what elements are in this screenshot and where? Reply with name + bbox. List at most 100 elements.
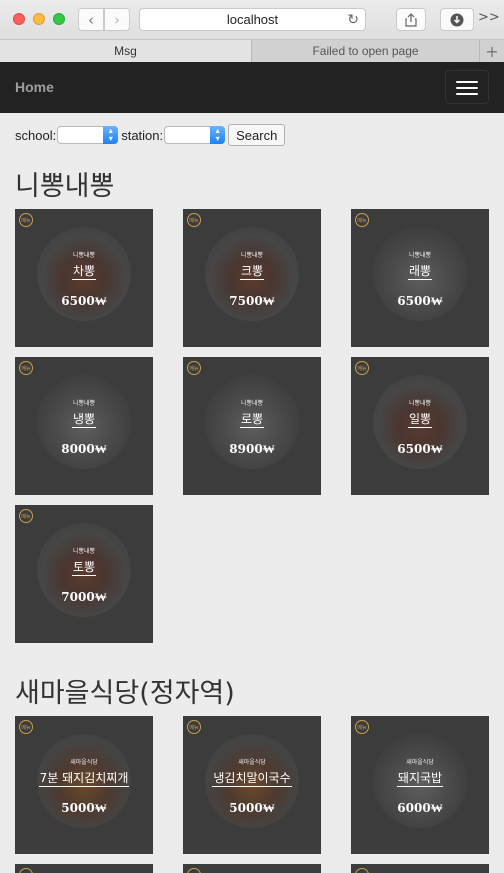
shop-name: 새마을식당: [238, 759, 266, 766]
menu-name: 냉김치말이국수: [183, 769, 321, 787]
share-button[interactable]: [396, 8, 426, 31]
badge-icon: 메뉴: [19, 720, 33, 734]
menu-name-text: 일뽕: [407, 412, 433, 428]
menu-name: 크뽕: [183, 262, 321, 280]
new-tab-icon[interactable]: +: [480, 40, 504, 62]
station-select[interactable]: ▴ ▾: [164, 126, 226, 144]
select-arrows-icon: ▴ ▾: [210, 126, 226, 144]
badge-icon: 메뉴: [19, 509, 33, 523]
menu-name: 차뽕: [15, 262, 153, 280]
menu-price: 6000₩: [397, 801, 443, 815]
menu-price: 8900₩: [229, 442, 275, 456]
menu-price: 5000₩: [61, 801, 107, 815]
menu-name: 7분 돼지김치찌개: [15, 769, 153, 787]
downloads-button[interactable]: [440, 8, 474, 31]
section-title: 니뽕내뽕: [15, 171, 115, 202]
badge-icon: 메뉴: [187, 213, 201, 227]
menu-name: 돼지국밥: [351, 769, 489, 787]
menu-name-text: 냉김치말이국수: [212, 771, 292, 787]
menu-price: 7000₩: [61, 590, 107, 604]
hamburger-icon-bar: [456, 93, 478, 95]
site-navbar: Home: [0, 62, 504, 113]
home-link[interactable]: Home: [15, 79, 54, 95]
badge-icon: [187, 868, 201, 873]
menu-card[interactable]: 메뉴 니뽕내뽕 차뽕 6500₩: [15, 209, 153, 347]
tab-failed-to-open[interactable]: Failed to open page: [252, 40, 480, 62]
tab-bar: Msg Failed to open page +: [0, 39, 504, 62]
share-icon: [405, 12, 417, 27]
shop-name: 니뽕내뽕: [72, 252, 96, 259]
badge-icon: 메뉴: [355, 213, 369, 227]
url-text: localhost: [226, 12, 279, 27]
minimize-window-button[interactable]: [33, 13, 45, 25]
badge-icon: [19, 868, 33, 873]
badge-icon: [355, 868, 369, 873]
menu-card[interactable]: 메뉴 니뽕내뽕 토뽕 7000₩: [15, 505, 153, 643]
menu-price: 7500₩: [229, 294, 275, 308]
menu-price: 6500₩: [397, 294, 443, 308]
menu-card[interactable]: 메뉴 니뽕내뽕 래뽕 6500₩: [351, 209, 489, 347]
menu-name-text: 로뽕: [239, 412, 265, 428]
menu-card[interactable]: 메뉴 새마을식당 돼지국밥 6000₩: [351, 716, 489, 854]
shop-name: 새마을식당: [70, 759, 98, 766]
hamburger-icon: [456, 81, 478, 83]
menu-card[interactable]: 메뉴 니뽕내뽕 냉뽕 8000₩: [15, 357, 153, 495]
shop-name: 니뽕내뽕: [408, 252, 432, 259]
search-button[interactable]: Search: [228, 124, 286, 146]
shop-name: 니뽕내뽕: [240, 400, 264, 407]
zoom-window-button[interactable]: [53, 13, 65, 25]
menu-name-text: 차뽕: [71, 264, 97, 280]
menu-card-partial[interactable]: [183, 864, 321, 873]
chevron-right-icon: ›: [114, 10, 120, 29]
forward-button[interactable]: ›: [104, 8, 130, 31]
badge-icon: 메뉴: [187, 361, 201, 375]
menu-name: 로뽕: [183, 410, 321, 428]
section-title: 새마을식당(정자역): [15, 678, 235, 709]
shop-name: 니뽕내뽕: [72, 548, 96, 555]
badge-icon: 메뉴: [187, 720, 201, 734]
menu-card[interactable]: 메뉴 니뽕내뽕 로뽕 8900₩: [183, 357, 321, 495]
badge-icon: 메뉴: [355, 720, 369, 734]
chevron-left-icon: ‹: [88, 10, 94, 29]
menu-name-text: 냉뽕: [71, 412, 97, 428]
school-select[interactable]: ▴ ▾: [57, 126, 119, 144]
menu-toggle-button[interactable]: [445, 70, 489, 104]
station-label: station:: [121, 127, 164, 143]
menu-name-text: 돼지국밥: [396, 771, 444, 787]
shop-name: 니뽕내뽕: [72, 400, 96, 407]
menu-name-text: 래뽕: [407, 264, 433, 280]
download-icon: [450, 13, 464, 26]
menu-name: 래뽕: [351, 262, 489, 280]
shop-name: 새마을식당: [406, 759, 434, 766]
toolbar-overflow-icon[interactable]: >>: [478, 10, 500, 25]
reload-icon[interactable]: ↻: [347, 11, 359, 28]
filter-form: school: ▴ ▾ station: ▴ ▾ Search: [15, 124, 286, 146]
menu-price: 8000₩: [61, 442, 107, 456]
browser-toolbar: ‹ › localhost ↻ >>: [0, 0, 504, 39]
menu-price: 5000₩: [229, 801, 275, 815]
address-bar[interactable]: localhost ↻: [139, 8, 366, 31]
browser-chrome: ‹ › localhost ↻ >> Msg Failed to open pa…: [0, 0, 504, 62]
menu-card-partial[interactable]: [351, 864, 489, 873]
shop-name: 니뽕내뽕: [408, 400, 432, 407]
menu-price: 6500₩: [397, 442, 443, 456]
menu-card[interactable]: 메뉴 니뽕내뽕 일뽕 6500₩: [351, 357, 489, 495]
menu-card[interactable]: 메뉴 새마을식당 냉김치말이국수 5000₩: [183, 716, 321, 854]
menu-price: 6500₩: [61, 294, 107, 308]
menu-card[interactable]: 메뉴 새마을식당 7분 돼지김치찌개 5000₩: [15, 716, 153, 854]
badge-icon: 메뉴: [355, 361, 369, 375]
menu-name: 토뽕: [15, 558, 153, 576]
menu-card-partial[interactable]: [15, 864, 153, 873]
hamburger-icon-bar: [456, 87, 478, 89]
menu-card[interactable]: 메뉴 니뽕내뽕 크뽕 7500₩: [183, 209, 321, 347]
tab-msg[interactable]: Msg: [0, 40, 252, 62]
menu-name-text: 크뽕: [239, 264, 265, 280]
close-window-button[interactable]: [13, 13, 25, 25]
badge-icon: 메뉴: [19, 361, 33, 375]
school-label: school:: [15, 127, 57, 143]
menu-name: 냉뽕: [15, 410, 153, 428]
menu-name-text: 토뽕: [71, 560, 97, 576]
menu-name-text: 7분 돼지김치찌개: [38, 771, 130, 787]
badge-icon: 메뉴: [19, 213, 33, 227]
back-button[interactable]: ‹: [78, 8, 104, 31]
